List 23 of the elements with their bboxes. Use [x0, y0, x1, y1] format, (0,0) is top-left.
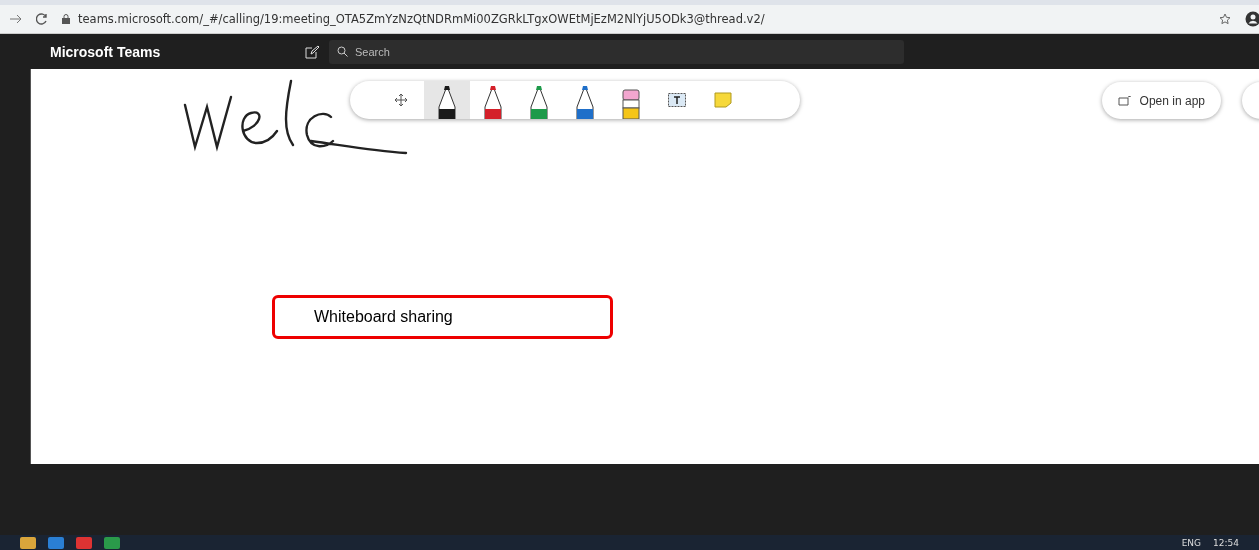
app-icon[interactable]: [76, 536, 92, 549]
compose-icon[interactable]: [305, 44, 319, 59]
open-window-icon: [1117, 95, 1132, 106]
forward-arrow-icon[interactable]: [10, 14, 22, 24]
app-icon[interactable]: [104, 536, 120, 549]
whiteboard-canvas[interactable]: Open in app Whiteboard sharing: [30, 69, 1259, 464]
profile-icon[interactable]: [1245, 11, 1259, 27]
app-title: Microsoft Teams: [50, 43, 162, 60]
app-icon[interactable]: [48, 536, 64, 549]
text-box-icon: [668, 93, 686, 107]
language-indicator[interactable]: ENG: [1181, 537, 1202, 548]
tool-button[interactable]: [424, 81, 470, 119]
search-field[interactable]: Search: [329, 39, 904, 64]
sticky-note-icon: [714, 92, 732, 108]
move-icon: [394, 93, 408, 107]
open-in-app-button[interactable]: Open in app: [1101, 82, 1221, 119]
search-icon: [337, 45, 348, 57]
clock-text[interactable]: 12:54: [1213, 537, 1239, 548]
lock-icon: [62, 14, 70, 24]
reload-icon[interactable]: [36, 13, 48, 25]
star-icon[interactable]: [1219, 13, 1231, 25]
callout-label: Whiteboard sharing: [272, 295, 613, 339]
eraser-icon: [622, 89, 640, 119]
